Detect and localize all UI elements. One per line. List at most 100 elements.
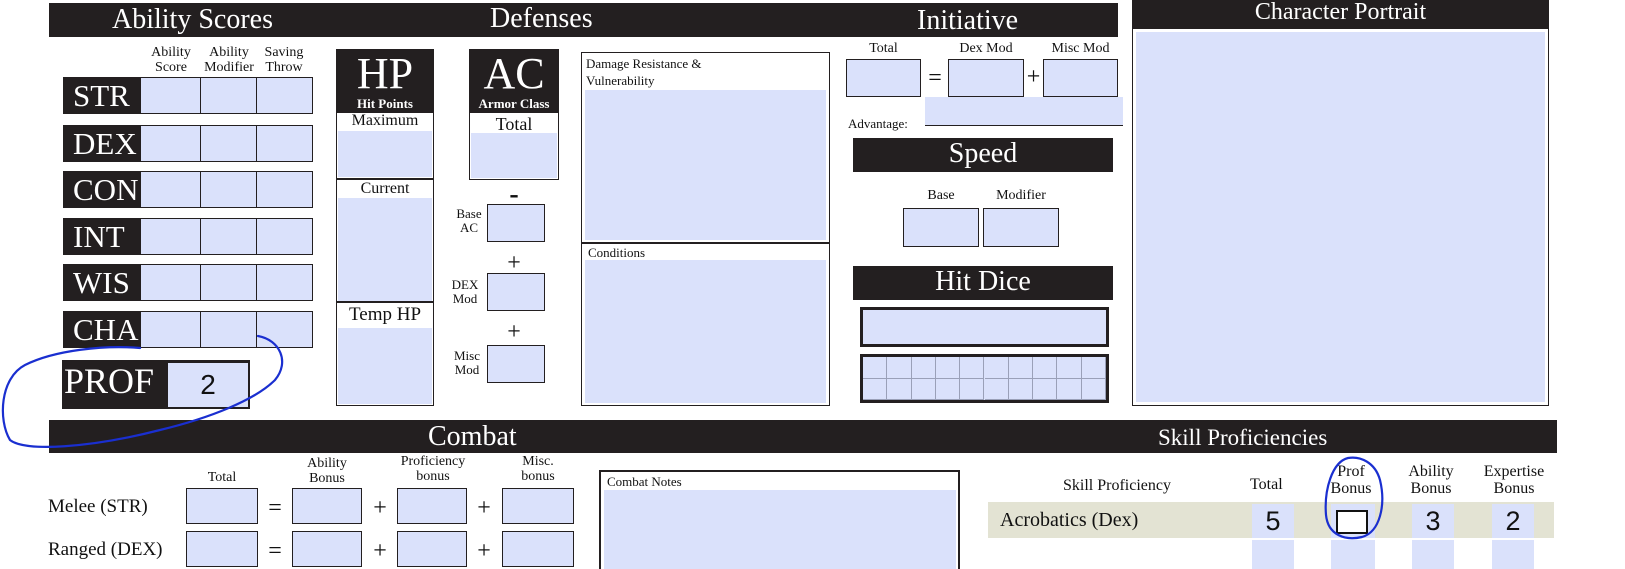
hp-maximum-field[interactable] — [338, 131, 432, 177]
saving-throw-field-con[interactable] — [256, 171, 313, 208]
ability-label-wis: WIS — [63, 264, 141, 301]
hit-die-checkbox[interactable] — [935, 357, 961, 379]
hit-die-checkbox[interactable] — [1008, 357, 1034, 379]
hit-die-checkbox[interactable] — [911, 357, 936, 379]
hp-current-field[interactable] — [338, 198, 432, 301]
damage-resistance-field[interactable] — [585, 90, 826, 240]
hit-die-checkbox[interactable] — [887, 357, 912, 379]
skill-total-field[interactable]: 5 — [1252, 504, 1294, 538]
hit-die-checkbox[interactable] — [1057, 378, 1082, 400]
init-misc-mod-label: Misc Mod — [1051, 41, 1110, 56]
hit-die-checkbox[interactable] — [960, 357, 985, 379]
hit-die-checkbox[interactable] — [863, 357, 888, 379]
combat-col-total: Total — [207, 470, 237, 485]
init-dex-mod-field[interactable] — [948, 59, 1024, 97]
advantage-field[interactable] — [925, 97, 1123, 126]
hit-die-checkbox[interactable] — [1081, 378, 1106, 400]
plus-sign: + — [507, 319, 521, 345]
ability-score-field-dex[interactable] — [140, 125, 201, 162]
ability-label-str: STR — [63, 77, 141, 114]
skill-prof-field[interactable] — [1331, 540, 1375, 569]
saving-throw-field-int[interactable] — [256, 218, 313, 255]
plus-sign: + — [507, 250, 521, 276]
ability-score-field-int[interactable] — [140, 218, 201, 255]
hp-temp-field[interactable] — [338, 328, 432, 404]
speed-base-field[interactable] — [903, 208, 979, 247]
hit-die-checkbox[interactable] — [1081, 357, 1106, 379]
ability-modifier-field-str[interactable] — [200, 77, 257, 114]
hit-die-checkbox[interactable] — [984, 378, 1009, 400]
combat-ability-field[interactable] — [292, 531, 362, 567]
ability-modifier-field-con[interactable] — [200, 171, 257, 208]
skill-ability-field[interactable]: 3 — [1412, 504, 1454, 538]
misc-mod-field[interactable] — [487, 345, 545, 383]
skill-ability-field[interactable] — [1412, 540, 1454, 569]
combat-misc-field[interactable] — [502, 488, 574, 524]
ability-score-field-wis[interactable] — [140, 264, 201, 301]
speed-modifier-field[interactable] — [983, 208, 1059, 247]
combat-col-prof: Proficiency bonus — [400, 454, 466, 485]
portrait-title: Character Portrait — [1254, 0, 1427, 25]
skill-expertise-field[interactable]: 2 — [1492, 504, 1534, 538]
portrait-field[interactable] — [1136, 32, 1545, 402]
init-total-label: Total — [869, 41, 898, 56]
saving-throw-field-cha[interactable] — [256, 311, 313, 348]
combat-misc-field[interactable] — [502, 531, 574, 567]
hit-die-checkbox[interactable] — [911, 378, 936, 400]
skills-col-total: Total — [1250, 476, 1283, 493]
dex-mod-label: DEX Mod — [451, 277, 479, 307]
hp-temp-label: Temp HP — [348, 304, 422, 325]
ability-score-field-str[interactable] — [140, 77, 201, 114]
skill-prof-field — [1331, 504, 1375, 538]
ac-big-label: AC — [483, 49, 545, 98]
conditions-field[interactable] — [585, 260, 826, 403]
ability-modifier-field-dex[interactable] — [200, 125, 257, 162]
equals-sign: = — [268, 495, 282, 521]
skills-col-prof: Prof Bonus — [1330, 463, 1372, 497]
hit-die-checkbox[interactable] — [960, 378, 985, 400]
hit-dice-field[interactable] — [860, 307, 1109, 347]
combat-col-ability: Ability Bonus — [307, 456, 347, 487]
plus-sign: + — [477, 538, 491, 564]
conditions-label: Conditions — [588, 245, 646, 260]
combat-notes-field[interactable] — [604, 490, 956, 569]
init-total-field[interactable] — [846, 59, 921, 97]
ability-modifier-field-cha[interactable] — [200, 311, 257, 348]
ability-score-field-cha[interactable] — [140, 311, 201, 348]
init-dex-mod-label: Dex Mod — [959, 41, 1013, 56]
hit-die-checkbox[interactable] — [887, 378, 912, 400]
hit-die-checkbox[interactable] — [863, 378, 888, 400]
saving-throw-field-wis[interactable] — [256, 264, 313, 301]
hit-die-checkbox[interactable] — [1033, 378, 1058, 400]
saving-throw-field-str[interactable] — [256, 77, 313, 114]
ac-total-field[interactable] — [471, 133, 557, 178]
init-misc-mod-field[interactable] — [1043, 59, 1118, 97]
combat-prof-field[interactable] — [397, 488, 467, 524]
hit-die-checkbox[interactable] — [1033, 357, 1058, 379]
hit-die-checkbox[interactable] — [935, 378, 961, 400]
skill-expertise-field[interactable] — [1492, 540, 1534, 569]
saving-throw-field-dex[interactable] — [256, 125, 313, 162]
ability-label-cha: CHA — [63, 311, 141, 348]
col-ability-modifier: Ability Modifier — [204, 45, 254, 76]
skill-total-field[interactable] — [1252, 540, 1294, 569]
skill-name: Acrobatics (Dex) — [1000, 509, 1139, 531]
combat-prof-field[interactable] — [397, 531, 467, 567]
hp-big-label: HP — [356, 49, 414, 98]
hp-current-label: Current — [360, 180, 410, 197]
combat-total-field[interactable] — [186, 531, 258, 567]
hit-dice-tracker — [860, 354, 1109, 403]
hit-die-checkbox[interactable] — [1008, 378, 1034, 400]
ability-modifier-field-wis[interactable] — [200, 264, 257, 301]
combat-total-field[interactable] — [186, 488, 258, 524]
hit-die-checkbox[interactable] — [984, 357, 1009, 379]
ability-score-field-con[interactable] — [140, 171, 201, 208]
dex-mod-field[interactable] — [487, 273, 545, 311]
combat-title: Combat — [428, 421, 517, 452]
hit-die-checkbox[interactable] — [1057, 357, 1082, 379]
skill-prof-checkbox[interactable] — [1336, 510, 1368, 534]
ability-modifier-field-int[interactable] — [200, 218, 257, 255]
base-ac-field[interactable] — [487, 204, 545, 242]
combat-ability-field[interactable] — [292, 488, 362, 524]
prof-value-field[interactable]: 2 — [167, 362, 249, 408]
